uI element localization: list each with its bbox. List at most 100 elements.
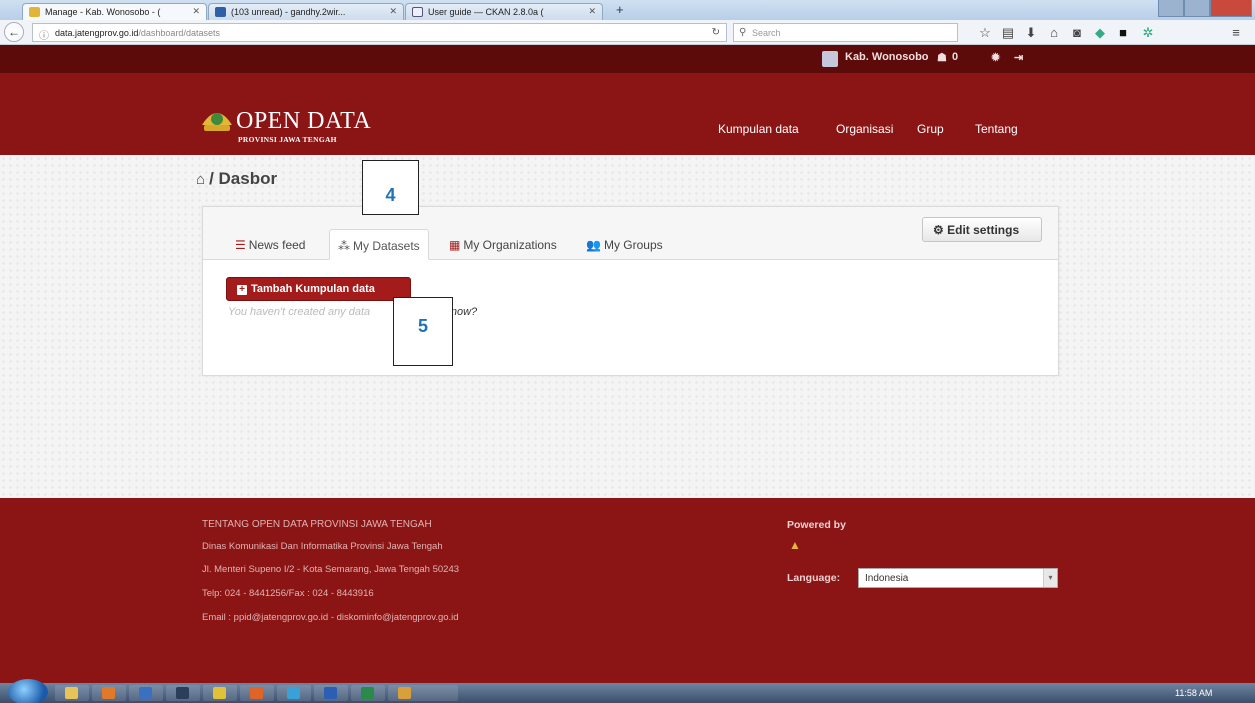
cog-icon: ⚙ — [933, 223, 944, 237]
close-window-button[interactable] — [1210, 0, 1252, 17]
tab-my-groups[interactable]: 👥 My Groups — [578, 229, 671, 260]
tab-title: (103 unread) - gandhy.2wir... — [231, 7, 346, 17]
tab-news-feed[interactable]: ☰ News feed — [227, 229, 313, 260]
new-tab-button[interactable]: + — [616, 2, 624, 17]
firefox-icon — [250, 687, 263, 699]
account-bar: Kab. Wonosobo ☗ 0 ✹ ⇥ — [0, 45, 1255, 73]
taskbar-app[interactable] — [277, 685, 311, 701]
nav-grup[interactable]: Grup — [917, 122, 944, 136]
app-icon — [102, 687, 115, 699]
word-icon — [324, 687, 337, 699]
menu-hamburger-icon[interactable]: ≡ — [1228, 25, 1244, 41]
system-clock[interactable]: 11:58 AM — [1175, 688, 1212, 698]
reload-icon[interactable]: ↻ — [712, 27, 720, 38]
logo-subtitle: PROVINSI JAWA TENGAH — [238, 135, 337, 144]
logo-title[interactable]: OPEN DATA — [236, 108, 371, 135]
bookmark-star-icon[interactable]: ☆ — [977, 25, 993, 41]
home-icon[interactable]: ⌂ — [1046, 25, 1062, 41]
extension-puzzle-icon[interactable]: ✲ — [1140, 25, 1156, 41]
empty-message: You haven't created any data — [228, 306, 371, 318]
account-name-link[interactable]: Kab. Wonosobo — [845, 51, 929, 63]
tab-my-datasets[interactable]: ⁂ My Datasets — [329, 229, 429, 260]
folder-icon — [65, 687, 78, 699]
step-annotation-4: 4 — [362, 160, 419, 215]
nav-organisasi[interactable]: Organisasi — [836, 122, 893, 136]
sitemap-icon: ⁂ — [338, 239, 350, 253]
breadcrumb: ⌂ / Dasbor — [196, 169, 277, 189]
step-annotation-5: 5 — [393, 297, 453, 366]
footer-address: Jl. Menteri Supeno I/2 - Kota Semarang, … — [202, 564, 460, 575]
avatar[interactable] — [822, 51, 838, 67]
building-icon: ▦ — [449, 238, 461, 252]
tab-label: My Datasets — [353, 239, 420, 253]
excel-icon — [361, 687, 374, 699]
add-dataset-button[interactable]: + Tambah Kumpulan data — [226, 277, 411, 301]
taskbar-app[interactable] — [388, 685, 458, 701]
dashboard-tabs: ☰ News feed ⁂ My Datasets ▦ My Organization… — [203, 207, 1058, 260]
tab-my-organizations[interactable]: ▦ My Organizations — [441, 229, 565, 260]
language-label: Language: — [787, 572, 841, 584]
app-icon — [213, 687, 226, 699]
edit-settings-label: Edit settings — [947, 223, 1020, 237]
doc-favicon-icon — [412, 7, 423, 17]
jateng-emblem-icon[interactable] — [200, 107, 234, 133]
language-value: Indonesia — [865, 573, 909, 584]
close-tab-icon[interactable]: ✕ — [389, 6, 397, 17]
info-icon[interactable]: ⓘ — [39, 27, 49, 42]
group-icon: 👥 — [586, 238, 601, 252]
pocket-icon[interactable]: ◙ — [1069, 25, 1085, 41]
taskbar-firefox[interactable] — [240, 685, 274, 701]
taskbar-app[interactable] — [92, 685, 126, 701]
taskbar-app[interactable] — [129, 685, 163, 701]
taskbar-app[interactable] — [203, 685, 237, 701]
taskbar-app[interactable] — [166, 685, 200, 701]
search-input[interactable]: ⚲ Search — [733, 23, 958, 42]
maximize-button[interactable] — [1184, 0, 1210, 17]
start-button[interactable] — [8, 679, 48, 703]
library-icon[interactable]: ▤ — [1000, 25, 1016, 41]
extension-icon[interactable]: ◆ — [1092, 25, 1108, 41]
windows-taskbar: 11:58 AM — [0, 679, 1255, 703]
taskbar-word[interactable] — [314, 685, 348, 701]
tab-label: My Organizations — [463, 238, 557, 252]
browser-tab-userguide[interactable]: User guide — CKAN 2.8.0a ( ✕ — [405, 3, 603, 20]
footer-title: TENTANG OPEN DATA PROVINSI JAWA TENGAH — [202, 519, 432, 530]
address-bar[interactable]: ⓘ data.jatengprov.go.id/dashboard/datase… — [32, 23, 727, 42]
footer-agency: Dinas Komunikasi Dan Informatika Provins… — [202, 541, 443, 552]
follow-count: 0 — [952, 51, 959, 63]
tab-title: Manage - Kab. Wonosobo - ( — [45, 7, 161, 17]
app-icon — [287, 687, 300, 699]
browser-tab-mail[interactable]: (103 unread) - gandhy.2wir... ✕ — [208, 3, 404, 20]
footer-email[interactable]: Email : ppid@jatengprov.go.id - diskomin… — [202, 612, 459, 623]
nav-tentang[interactable]: Tentang — [975, 122, 1018, 136]
settings-gear-icon[interactable]: ✹ — [991, 51, 1000, 64]
dashboard-icon[interactable]: ☗ — [937, 51, 947, 64]
app-icon — [139, 687, 152, 699]
taskbar-excel[interactable] — [351, 685, 385, 701]
mail-favicon-icon — [215, 7, 226, 17]
nav-kumpulan-data[interactable]: Kumpulan data — [718, 122, 799, 136]
ckan-logo-icon[interactable]: ▲ — [789, 538, 801, 552]
close-tab-icon[interactable]: ✕ — [192, 6, 200, 17]
browser-nav-bar: ← ⓘ data.jatengprov.go.id/dashboard/data… — [0, 20, 1255, 45]
chevron-down-icon: ▾ — [1043, 569, 1057, 587]
tab-label: News feed — [248, 238, 306, 252]
edit-settings-button[interactable]: ⚙ Edit settings — [922, 217, 1042, 242]
footer-phone: Telp: 024 - 8441256/Fax : 024 - 8443916 — [202, 588, 374, 599]
back-arrow-icon[interactable]: ← — [4, 22, 24, 42]
dashboard-panel: ☰ News feed ⁂ My Datasets ▦ My Organization… — [202, 206, 1059, 376]
close-tab-icon[interactable]: ✕ — [588, 6, 596, 17]
site-header: OPEN DATA PROVINSI JAWA TENGAH Kumpulan … — [0, 73, 1255, 155]
extension-square-icon[interactable]: ■ — [1115, 25, 1131, 41]
logout-icon[interactable]: ⇥ — [1014, 51, 1023, 64]
minimize-button[interactable] — [1158, 0, 1184, 17]
browser-tab-manage[interactable]: Manage - Kab. Wonosobo - ( ✕ — [22, 3, 207, 20]
tab-title: User guide — CKAN 2.8.0a ( — [428, 7, 544, 17]
main-content: ⌂ / Dasbor ☰ News feed ⁂ My Datasets ▦ My Or… — [0, 155, 1255, 498]
download-icon[interactable]: ⬇ — [1023, 25, 1039, 41]
home-icon[interactable]: ⌂ — [196, 171, 205, 188]
app-icon — [176, 687, 189, 699]
search-icon: ⚲ — [739, 27, 747, 38]
language-select[interactable]: Indonesia ▾ — [858, 568, 1058, 588]
taskbar-explorer[interactable] — [55, 685, 89, 701]
